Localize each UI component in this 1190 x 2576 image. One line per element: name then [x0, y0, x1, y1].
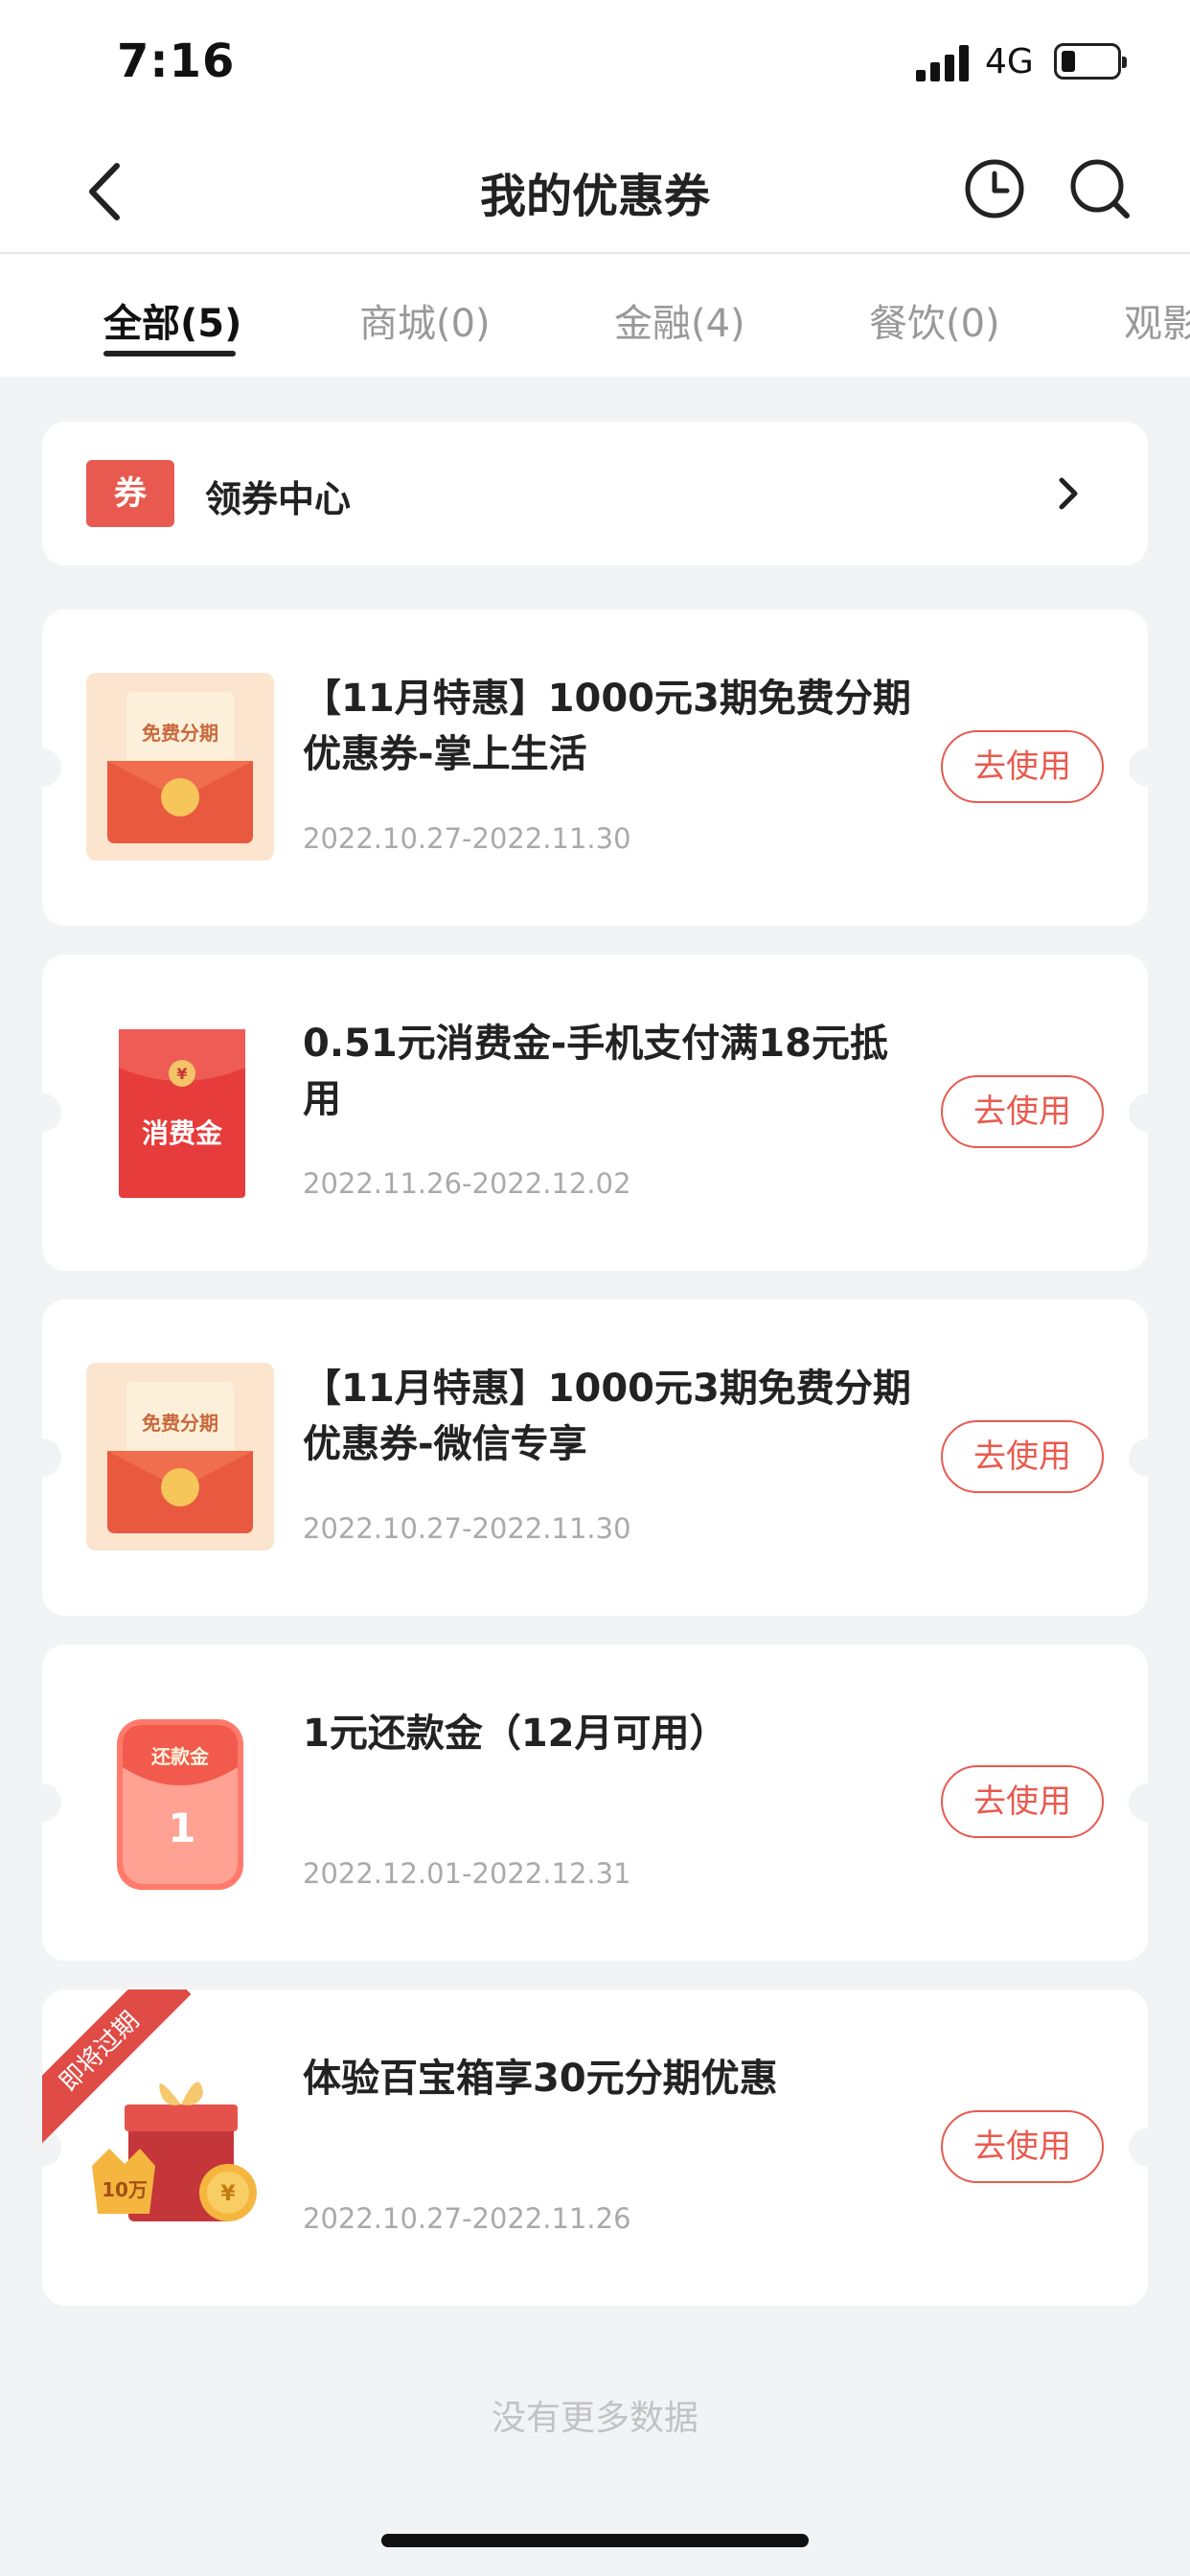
coupon-date: 2022.12.01-2022.12.31: [303, 1857, 631, 1890]
coupon-image-label: 免费分期: [142, 722, 218, 745]
installment-envelope-image: 免费分期: [86, 673, 274, 861]
svg-text:¥: ¥: [176, 1065, 187, 1083]
chevron-right-icon: [1059, 477, 1078, 510]
no-more-data-text: 没有更多数据: [491, 2399, 698, 2438]
installment-envelope-image: 免费分期: [86, 1363, 274, 1551]
search-icon[interactable]: [1065, 154, 1134, 223]
use-coupon-button[interactable]: 去使用: [941, 1420, 1104, 1493]
tab-dining[interactable]: 餐饮(0): [869, 292, 1000, 348]
coupon-title: 【11月特惠】1000元3期免费分期优惠券-掌上生活: [303, 677, 911, 776]
nav-bar: 我的优惠券: [0, 129, 1190, 254]
coupon-date: 2022.10.27-2022.11.30: [303, 1512, 631, 1545]
coupon-card: 免费分期 【11月特惠】1000元3期免费分期优惠券-微信专享 2022.10.…: [42, 1300, 1148, 1616]
coupon-image-label: 消费金: [142, 1117, 223, 1149]
tab-movies[interactable]: 观影: [1124, 292, 1190, 348]
svg-text:1: 1: [168, 1805, 195, 1852]
coupon-date: 2022.10.27-2022.11.26: [303, 2202, 631, 2235]
svg-text:¥: ¥: [220, 2182, 236, 2206]
repayment-envelope-image: 还款金 1: [117, 1719, 243, 1890]
coupon-title: 1元还款金（12月可用）: [303, 1712, 728, 1756]
coupon-card: 还款金 1 1元还款金（12月可用） 2022.12.01-2022.12.31…: [42, 1644, 1148, 1961]
treasure-box-image: 10万 ¥: [92, 2082, 257, 2221]
use-coupon-button[interactable]: 去使用: [941, 1765, 1104, 1838]
active-tab-indicator: [103, 351, 236, 356]
coupon-image-label: 10万: [102, 2178, 148, 2201]
coupon-card: 免费分期 【11月特惠】1000元3期免费分期优惠券-掌上生活 2022.10.…: [42, 610, 1148, 926]
coupon-center-label: 领券中心: [205, 478, 352, 520]
coupon-title: 体验百宝箱享30元分期优惠: [303, 2057, 778, 2101]
home-indicator[interactable]: [381, 2534, 809, 2547]
tab-all[interactable]: 全部(5): [103, 292, 241, 348]
coupon-card: ¥ 消费金 0.51元消费金-手机支付满18元抵用 2022.11.26-202…: [42, 954, 1148, 1271]
network-type: 4G: [985, 42, 1034, 81]
category-tabs: 全部(5) 商城(0) 金融(4) 餐饮(0) 观影: [0, 254, 1190, 377]
coupon-center-row[interactable]: 券 领券中心: [42, 422, 1148, 565]
coupon-image-label: 免费分期: [142, 1412, 218, 1435]
status-time: 7:16: [117, 34, 236, 88]
use-coupon-button[interactable]: 去使用: [941, 730, 1104, 803]
coupon-badge-icon: 券: [86, 460, 174, 527]
history-clock-icon[interactable]: [960, 154, 1029, 223]
tab-mall[interactable]: 商城(0): [359, 292, 491, 348]
spending-envelope-image: ¥ 消费金: [119, 1029, 245, 1198]
signal-icon: [916, 45, 972, 81]
battery-icon: [1054, 43, 1127, 80]
use-coupon-button[interactable]: 去使用: [941, 1075, 1104, 1148]
use-coupon-button[interactable]: 去使用: [941, 2110, 1104, 2183]
coupon-image-label: 还款金: [150, 1745, 210, 1768]
tab-finance[interactable]: 金融(4): [614, 292, 745, 348]
status-bar: 7:16 4G: [0, 0, 1190, 129]
coupon-card: 即将过期 10万 ¥ 体验百宝箱享30元分期优惠 2022.10.27-2022…: [42, 1990, 1148, 2306]
coupon-date: 2022.11.26-2022.12.02: [303, 1167, 631, 1200]
coupon-date: 2022.10.27-2022.11.30: [303, 822, 631, 855]
coupon-title: 【11月特惠】1000元3期免费分期优惠券-微信专享: [303, 1367, 911, 1466]
coupon-title: 0.51元消费金-手机支付满18元抵用: [303, 1022, 888, 1121]
